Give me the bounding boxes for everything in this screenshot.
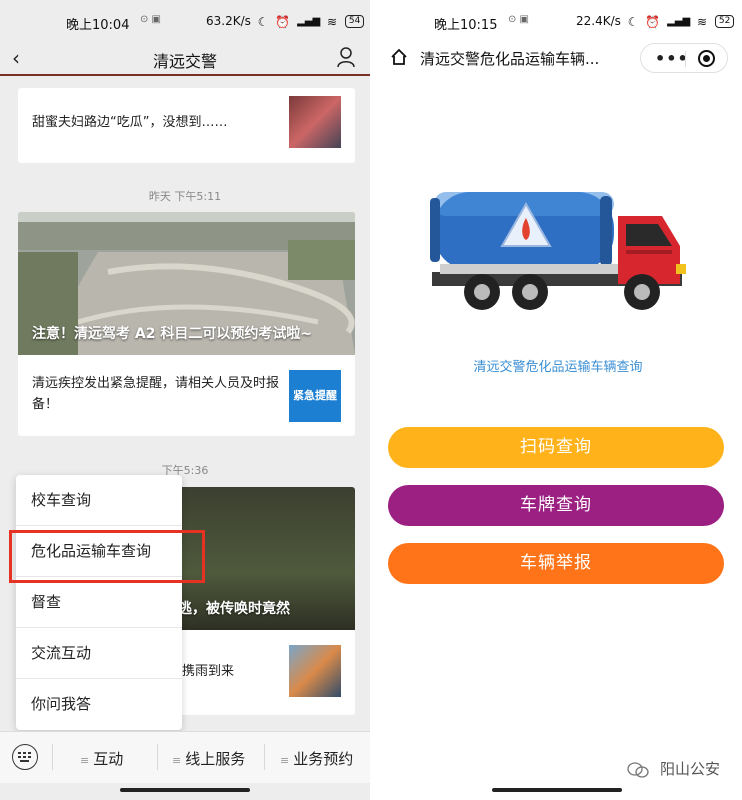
wechat-icon bbox=[627, 761, 649, 778]
right-phone-screen: 晚上10:15 ⊙ ▣ 22.4K/s ☾ ⏰ ▂▄▆ ≋ 52 清远交警危化品… bbox=[374, 0, 742, 800]
moon-icon: ☾ bbox=[627, 14, 639, 29]
menu-item-interaction[interactable]: 交流互动 bbox=[16, 628, 182, 679]
screenshot-pair: 晚上10:04 ⊙ ▣ 63.2K/s ☾ ⏰ ▂▄▆ ≋ 54 ‹ 清远交警 … bbox=[0, 0, 742, 800]
home-indicator bbox=[120, 788, 250, 792]
status-time: 晚上10:15 bbox=[434, 18, 498, 33]
home-icon[interactable] bbox=[390, 48, 408, 66]
signal-icon: ▂▄▆ bbox=[297, 16, 321, 27]
wifi-icon: ≋ bbox=[327, 14, 338, 29]
status-icons-left: ⊙ ▣ bbox=[140, 14, 162, 25]
moon-icon: ☾ bbox=[257, 14, 269, 29]
article-thumbnail bbox=[289, 645, 341, 697]
alarm-icon: ⏰ bbox=[275, 14, 291, 29]
menu-item-qa[interactable]: 你问我答 bbox=[16, 679, 182, 730]
article-thumbnail: 紧急提醒 bbox=[289, 370, 341, 422]
menu-item-school-bus[interactable]: 校车查询 bbox=[16, 475, 182, 526]
article-thumbnail bbox=[289, 96, 341, 148]
menu-item-inspection[interactable]: 督查 bbox=[16, 577, 182, 628]
article-card[interactable]: 甜蜜夫妇路边“吃瓜”，没想到…… bbox=[18, 88, 355, 163]
highlight-box bbox=[9, 530, 205, 583]
article-title: 清远疾控发出紧急提醒，请相关人员及时报备！ bbox=[32, 376, 280, 412]
article-photo: 注意！清远驾考 A2 科目二可以预约考试啦~ bbox=[18, 212, 355, 355]
left-phone-screen: 晚上10:04 ⊙ ▣ 63.2K/s ☾ ⏰ ▂▄▆ ≋ 54 ‹ 清远交警 … bbox=[0, 0, 370, 800]
watermark-text: 阳山公安 bbox=[659, 760, 720, 778]
plate-query-button[interactable]: 车牌查询 bbox=[388, 485, 724, 526]
tanker-truck-illustration bbox=[430, 192, 686, 310]
status-time: 晚上10:04 bbox=[66, 18, 130, 33]
network-speed: 22.4K/s bbox=[576, 14, 621, 28]
battery-icon: 52 bbox=[714, 15, 735, 28]
status-icons-left: ⊙ ▣ bbox=[508, 14, 530, 25]
scan-query-button[interactable]: 扫码查询 bbox=[388, 427, 724, 468]
status-bar: 晚上10:04 ⊙ ▣ 63.2K/s ☾ ⏰ ▂▄▆ ≋ 54 bbox=[0, 0, 370, 40]
nav-title: 清远交警危化品运输车辆... bbox=[420, 50, 600, 68]
close-target-icon[interactable] bbox=[698, 50, 715, 67]
timestamp: 昨天 下午5:11 bbox=[148, 190, 222, 203]
photo-caption: 逃，被传唤时竟然 bbox=[178, 601, 290, 617]
alarm-icon: ⏰ bbox=[645, 14, 661, 29]
nav-bar: ‹ 清远交警 bbox=[0, 40, 370, 76]
article-card[interactable]: 注意！清远驾考 A2 科目二可以预约考试啦~ 清远疾控发出紧急提醒，请相关人员及… bbox=[18, 212, 355, 436]
wechat-watermark: 阳山公安 bbox=[627, 758, 720, 779]
network-speed: 63.2K/s bbox=[206, 14, 251, 28]
signal-icon: ▂▄▆ bbox=[667, 16, 691, 27]
battery-icon: 54 bbox=[344, 15, 365, 28]
page-subtitle: 清远交警危化品运输车辆查询 bbox=[473, 360, 643, 375]
nav-title: 清远交警 bbox=[152, 52, 217, 71]
bottom-tab-bar: ≡ 互动 ≡ 线上服务 ≡ 业务预约 bbox=[0, 731, 370, 783]
home-indicator bbox=[492, 788, 622, 792]
keyboard-icon[interactable] bbox=[12, 744, 38, 770]
article-title: 甜蜜夫妇路边“吃瓜”，没想到…… bbox=[32, 115, 228, 130]
tab-interaction[interactable]: ≡ 互动 bbox=[80, 748, 123, 769]
mini-program-capsule: ••• bbox=[640, 43, 728, 73]
status-bar: 晚上10:15 ⊙ ▣ 22.4K/s ☾ ⏰ ▂▄▆ ≋ 52 bbox=[374, 0, 742, 40]
user-icon[interactable] bbox=[336, 46, 356, 68]
tab-online-service[interactable]: ≡ 线上服务 bbox=[172, 748, 245, 769]
wifi-icon: ≋ bbox=[697, 14, 708, 29]
vehicle-report-button[interactable]: 车辆举报 bbox=[388, 543, 724, 584]
nav-bar: 清远交警危化品运输车辆... ••• bbox=[374, 40, 742, 78]
popup-menu: 校车查询 危化品运输车查询 督查 交流互动 你问我答 bbox=[16, 475, 182, 730]
tab-appointment[interactable]: ≡ 业务预约 bbox=[280, 748, 353, 769]
more-icon[interactable]: ••• bbox=[655, 49, 689, 68]
photo-caption: 注意！清远驾考 A2 科目二可以预约考试啦~ bbox=[32, 326, 313, 342]
article-title: 携雨到来 bbox=[182, 664, 235, 679]
